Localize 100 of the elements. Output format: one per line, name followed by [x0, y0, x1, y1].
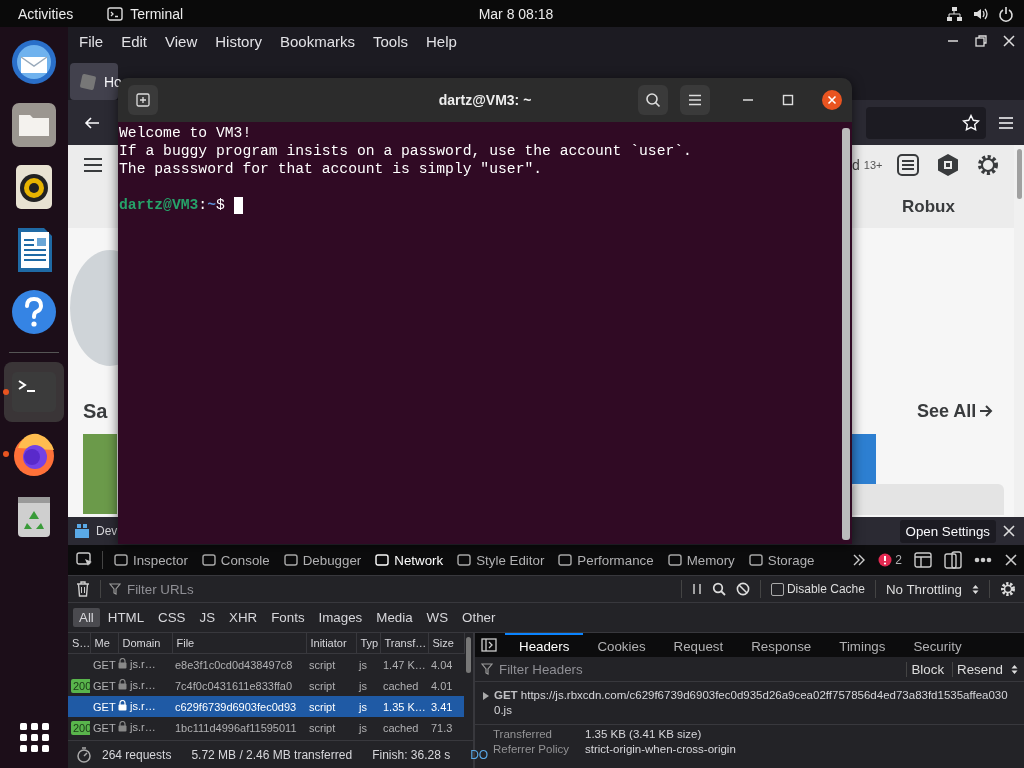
table-cell: 7c4f0c0431611e833ffa0: [172, 675, 306, 696]
column-header[interactable]: File: [172, 633, 306, 654]
devtools-tab[interactable]: Performance: [551, 545, 661, 575]
checkbox[interactable]: [770, 582, 784, 596]
back-arrow-icon[interactable]: [84, 114, 100, 131]
block-icon[interactable]: [735, 582, 750, 596]
restore-icon[interactable]: [974, 34, 988, 48]
terminal-output-line: If a buggy program insists on a password, use the account `user`.: [119, 142, 693, 160]
nav-link[interactable]: Robux: [902, 196, 955, 217]
table-cell: script: [306, 696, 356, 717]
panel-icon: [457, 553, 472, 567]
type-filter-button[interactable]: Media: [370, 608, 419, 627]
devtools-tab[interactable]: Memory: [660, 545, 742, 575]
type-filter-button[interactable]: CSS: [152, 608, 192, 627]
table-cell: 71.3: [428, 717, 464, 738]
menu-item[interactable]: Edit: [112, 32, 157, 50]
type-filter-button[interactable]: All: [73, 608, 100, 627]
close-icon[interactable]: [1002, 34, 1016, 48]
currency-icon[interactable]: [936, 153, 961, 177]
game-thumbnail[interactable]: [83, 434, 117, 514]
settings-icon[interactable]: [976, 153, 1001, 177]
column-header[interactable]: Me: [90, 633, 118, 654]
filter-field[interactable]: Filter Headers: [497, 660, 701, 678]
element-picker-icon[interactable]: [76, 552, 94, 568]
details-tab[interactable]: Timings: [825, 633, 900, 657]
filter-field[interactable]: Filter URLs: [125, 580, 329, 598]
table-cell: script: [306, 675, 356, 696]
devtools-tab[interactable]: Debugger: [276, 545, 369, 575]
open-settings-button[interactable]: Open Settings: [899, 519, 996, 543]
power-icon[interactable]: [998, 5, 1014, 22]
request-url[interactable]: GET https://js.rbxcdn.com/c629f6739d6903fec0d935d26a9cea02ff757856d4ed73a83fd1535affea0300.js: [494, 688, 1016, 718]
more-icon[interactable]: [974, 557, 992, 563]
scrollbar[interactable]: [1014, 145, 1024, 517]
request-row[interactable]: 200 GET js.r… 1bc111d4996af11595011 script js cached 71.3: [68, 717, 464, 738]
menu-button[interactable]: [680, 85, 710, 115]
app-menu-label[interactable]: Terminal: [130, 5, 184, 22]
resend-dropdown[interactable]: Resend: [952, 661, 1007, 677]
menu-item[interactable]: File: [70, 32, 113, 50]
type-filter-button[interactable]: WS: [420, 608, 455, 627]
address-bar[interactable]: [866, 106, 986, 139]
block-button[interactable]: Block: [906, 661, 949, 677]
type-filter-button[interactable]: Images: [312, 608, 369, 627]
pause-icon[interactable]: [691, 583, 702, 595]
details-tab[interactable]: Security: [899, 633, 976, 657]
game-thumbnail[interactable]: [852, 434, 876, 484]
network-icon[interactable]: [946, 5, 962, 22]
layout-icon[interactable]: [914, 552, 932, 568]
app-grid-icon[interactable]: [19, 723, 49, 752]
type-filter-button[interactable]: HTML: [101, 608, 151, 627]
terminal-output-line: The passsword for that account is simply "user".: [119, 160, 544, 178]
close-icon[interactable]: [1002, 524, 1016, 538]
table-cell: GET: [90, 717, 118, 738]
star-icon[interactable]: [962, 113, 980, 132]
trash-icon[interactable]: [76, 581, 90, 597]
menu-item[interactable]: Help: [417, 32, 466, 50]
clock[interactable]: Mar 8 08:18: [478, 5, 554, 22]
request-row[interactable]: 200 GET js.r… 7c4f0c0431611e833ffa0 script js cached 4.01: [68, 675, 464, 696]
type-filter-button[interactable]: XHR: [223, 608, 264, 627]
details-tab[interactable]: Headers: [505, 633, 584, 657]
search-icon[interactable]: [711, 582, 726, 596]
request-row[interactable]: GET js.r… c629f6739d6903fec0d93 script js 1.35 K… 3.41: [68, 696, 464, 717]
list-icon[interactable]: [896, 153, 921, 177]
column-header[interactable]: Transf…: [380, 633, 428, 654]
see-all-link[interactable]: See All: [917, 400, 994, 422]
column-header[interactable]: S…: [68, 633, 90, 654]
type-filter-button[interactable]: Other: [456, 608, 502, 627]
devtools-tab[interactable]: Console: [194, 545, 277, 575]
column-header[interactable]: Domain: [118, 633, 172, 654]
settings-icon[interactable]: [1000, 581, 1016, 597]
menu-item[interactable]: History: [206, 32, 271, 50]
table-cell: GET: [90, 653, 118, 675]
sort-caret-icon: [972, 583, 979, 595]
details-tab[interactable]: Cookies: [583, 633, 660, 657]
details-tab[interactable]: Response: [737, 633, 826, 657]
responsive-icon[interactable]: [944, 551, 962, 569]
type-filter-button[interactable]: Fonts: [265, 608, 311, 627]
devtools-tab[interactable]: Inspector: [107, 545, 195, 575]
details-tab[interactable]: Request: [659, 633, 738, 657]
devtools-tab[interactable]: Storage: [741, 545, 822, 575]
column-header[interactable]: Initiator: [306, 633, 356, 654]
throttling-dropdown[interactable]: No Throttling: [885, 581, 962, 597]
close-button[interactable]: [822, 90, 842, 110]
menu-icon[interactable]: [83, 157, 103, 173]
sidebar-toggle-icon[interactable]: [481, 638, 497, 652]
expand-arrow-icon[interactable]: [483, 692, 489, 700]
column-header[interactable]: Typ: [356, 633, 380, 654]
menu-item[interactable]: Tools: [364, 32, 417, 50]
menu-item[interactable]: Bookmarks: [270, 32, 364, 50]
close-icon[interactable]: [1004, 553, 1018, 567]
request-row[interactable]: GET js.r… e8e3f1c0cd0d438497c8 script js 1.47 K… 4.04: [68, 653, 464, 675]
activities-button[interactable]: Activities: [18, 5, 74, 22]
new-tab-button[interactable]: [128, 85, 158, 115]
devtools-tab[interactable]: Network: [368, 545, 451, 575]
column-header[interactable]: Size: [428, 633, 464, 654]
table-cell: script: [306, 653, 356, 675]
menu-item[interactable]: View: [156, 32, 207, 50]
devtools-tab[interactable]: Style Editor: [450, 545, 552, 575]
chevron-icon[interactable]: [852, 554, 867, 566]
search-button[interactable]: [638, 85, 668, 115]
type-filter-button[interactable]: JS: [193, 608, 222, 627]
